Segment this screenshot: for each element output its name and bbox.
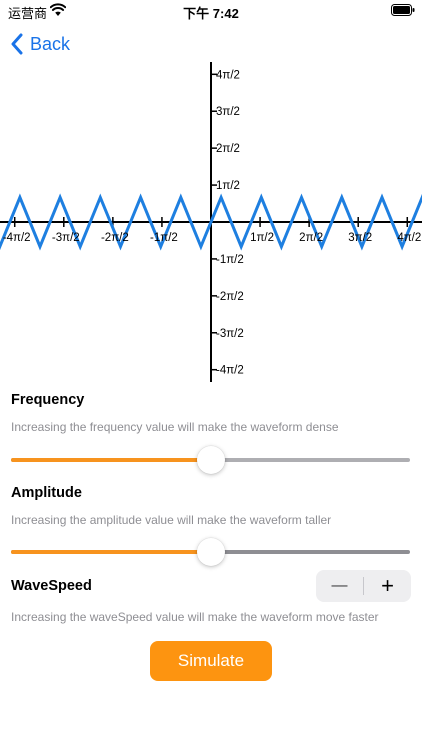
chevron-left-icon	[11, 33, 23, 55]
x-tick-label: 4π/2	[397, 232, 421, 244]
amplitude-title: Amplitude	[11, 485, 82, 501]
waveform-chart: -4π/2 -3π/2 -2π/2 -1π/2 1π/2 2π/2 3π/2 4π/2 4π/2…	[0, 62, 422, 382]
stepper-increment-button[interactable]: +	[364, 570, 411, 602]
x-tick-label: -1π/2	[150, 232, 178, 244]
y-tick-label: 3π/2	[216, 106, 240, 118]
frequency-title: Frequency	[11, 392, 85, 408]
frequency-slider[interactable]	[11, 446, 410, 474]
plus-icon: +	[381, 573, 394, 598]
status-bar: 运营商 下午 7:42	[0, 0, 422, 24]
y-tick-label: -2π/2	[216, 291, 244, 303]
y-tick-label: -1π/2	[216, 254, 244, 266]
simulate-button[interactable]: Simulate	[150, 641, 272, 681]
wavespeed-title: WaveSpeed	[11, 578, 92, 594]
waveform-plot: -4π/2 -3π/2 -2π/2 -1π/2 1π/2 2π/2 3π/2 4π/2 4π/2…	[0, 62, 422, 382]
x-tick-label: -4π/2	[3, 232, 31, 244]
frequency-slider-thumb[interactable]	[196, 446, 225, 474]
frequency-slider-fill	[11, 458, 211, 462]
y-tick-label: 4π/2	[216, 69, 240, 81]
back-button[interactable]: Back	[10, 30, 70, 58]
wavespeed-description: Increasing the waveSpeed value will make…	[11, 610, 379, 624]
amplitude-slider[interactable]	[11, 538, 410, 566]
x-tick-label: -2π/2	[101, 232, 129, 244]
frequency-description: Increasing the frequency value will make…	[11, 420, 339, 434]
nav-bar: Back	[0, 28, 422, 60]
status-time: 下午 7:42	[183, 6, 239, 21]
battery-icon	[391, 4, 415, 16]
x-tick-label: 1π/2	[250, 232, 274, 244]
amplitude-slider-thumb[interactable]	[196, 538, 225, 566]
amplitude-description: Increasing the amplitude value will make…	[11, 513, 332, 527]
minus-icon: —	[331, 577, 348, 594]
y-tick-label: 1π/2	[216, 180, 240, 192]
x-tick-label: 3π/2	[348, 232, 372, 244]
back-label: Back	[30, 33, 71, 54]
simulate-label: Simulate	[177, 651, 245, 670]
y-tick-label: -4π/2	[216, 365, 244, 377]
y-tick-label: 2π/2	[216, 143, 240, 155]
wavespeed-stepper[interactable]: — +	[316, 570, 411, 602]
x-tick-label: 2π/2	[299, 232, 323, 244]
y-tick-label: -3π/2	[216, 328, 244, 340]
amplitude-slider-fill	[11, 550, 211, 554]
x-tick-label: -3π/2	[52, 232, 80, 244]
stepper-decrement-button[interactable]: —	[316, 570, 363, 602]
